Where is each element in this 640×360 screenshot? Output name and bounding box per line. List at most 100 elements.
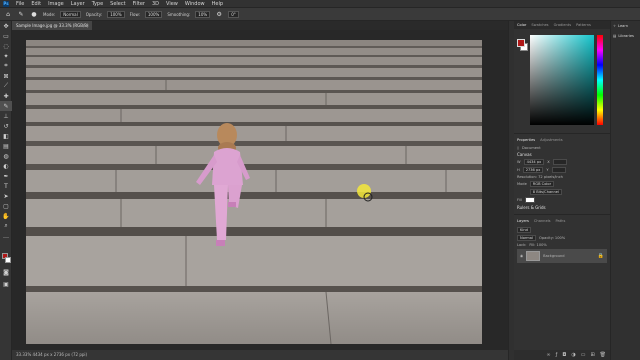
path-select-tool-icon[interactable]: ➤ bbox=[0, 191, 12, 201]
new-layer-icon[interactable]: ⊞ bbox=[590, 352, 594, 358]
libraries-label: Libraries bbox=[618, 34, 634, 38]
home-icon[interactable]: ⌂ bbox=[4, 10, 12, 18]
foreground-color-chip[interactable] bbox=[517, 39, 525, 47]
menu-view[interactable]: View bbox=[166, 1, 178, 7]
layer-opacity[interactable]: Opacity: 100% bbox=[539, 236, 565, 240]
layer-filter-kind[interactable]: Kind bbox=[517, 227, 531, 233]
bit-depth-select[interactable]: 8 Bits/Channel bbox=[529, 189, 562, 195]
move-tool-icon[interactable]: ✥ bbox=[0, 21, 12, 31]
flow-field[interactable]: 100% bbox=[144, 10, 163, 18]
x-field[interactable] bbox=[552, 159, 567, 165]
hue-slider[interactable] bbox=[597, 35, 603, 125]
learn-panel-button[interactable]: ✧ Learn bbox=[611, 21, 640, 31]
brush-tool-icon[interactable]: ✎ bbox=[17, 10, 25, 18]
eyedropper-tool-icon[interactable]: ⟋ bbox=[0, 81, 12, 91]
hand-tool-icon[interactable]: ✋ bbox=[0, 211, 12, 221]
document-tab[interactable]: Sample Image.jpg @ 33.3% (RGB/8) × bbox=[12, 21, 92, 30]
settings-icon[interactable]: ⚙ bbox=[215, 10, 223, 18]
menu-image[interactable]: Image bbox=[48, 1, 64, 7]
right-panel-dock: Color Swatches Gradients Patterns Proper… bbox=[514, 21, 610, 360]
saturation-value-field[interactable] bbox=[530, 35, 594, 125]
flow-label: Flow: bbox=[129, 11, 140, 17]
fx-icon[interactable]: ƒ bbox=[556, 352, 558, 358]
group-icon[interactable]: ▭ bbox=[581, 352, 586, 358]
tab-layers[interactable]: Layers bbox=[517, 219, 529, 223]
tab-gradients[interactable]: Gradients bbox=[554, 23, 572, 27]
brush-tool-icon-active[interactable]: ✎ bbox=[0, 101, 12, 111]
brush-preset-icon[interactable]: ● bbox=[30, 10, 38, 18]
quick-select-tool-icon[interactable]: ✦ bbox=[0, 51, 12, 61]
app-logo: Ps bbox=[3, 0, 9, 7]
link-layers-icon[interactable]: ∞ bbox=[546, 352, 550, 358]
document-canvas-image[interactable] bbox=[26, 40, 482, 344]
width-field[interactable]: 4434 px bbox=[523, 159, 545, 165]
layer-name: Background bbox=[543, 254, 565, 258]
tab-properties[interactable]: Properties bbox=[517, 138, 535, 142]
eraser-tool-icon[interactable]: ◧ bbox=[0, 131, 12, 141]
menu-edit[interactable]: Edit bbox=[31, 1, 41, 7]
mode-select[interactable]: Normal bbox=[60, 10, 81, 18]
healing-tool-icon[interactable]: ✚ bbox=[0, 91, 12, 101]
layer-fill[interactable]: Fill: 100% bbox=[529, 243, 546, 247]
history-brush-tool-icon[interactable]: ↺ bbox=[0, 121, 12, 131]
menu-select[interactable]: Select bbox=[110, 1, 125, 7]
zoom-tool-icon[interactable]: ⌕ bbox=[0, 221, 12, 231]
y-field[interactable] bbox=[551, 167, 566, 173]
layer-background[interactable]: ◉ Background 🔒 bbox=[517, 249, 607, 263]
menu-type[interactable]: Type bbox=[92, 1, 103, 7]
tab-swatches[interactable]: Swatches bbox=[531, 23, 548, 27]
status-bar: 33.33% 4434 px x 2736 px (72 ppi) bbox=[12, 350, 508, 360]
tab-adjustments[interactable]: Adjustments bbox=[540, 138, 563, 142]
crop-tool-icon[interactable]: ⌗ bbox=[0, 61, 12, 71]
tab-color[interactable]: Color bbox=[517, 23, 526, 27]
resolution-text: Resolution: 72 pixels/inch bbox=[517, 175, 563, 179]
layer-thumbnail bbox=[526, 251, 541, 261]
tab-patterns[interactable]: Patterns bbox=[576, 23, 591, 27]
canvas-heading[interactable]: Canvas bbox=[517, 152, 607, 157]
type-tool-icon[interactable]: T bbox=[0, 181, 12, 191]
more-tools-icon[interactable]: … bbox=[0, 231, 12, 241]
screen-mode-icon[interactable]: ▣ bbox=[0, 279, 12, 289]
menu-help[interactable]: Help bbox=[212, 1, 223, 7]
frame-tool-icon[interactable]: ⊠ bbox=[0, 71, 12, 81]
eye-icon[interactable]: ◉ bbox=[520, 254, 523, 258]
menu-layer[interactable]: Layer bbox=[71, 1, 85, 7]
options-bar: ⌂ ✎ ● Mode: Normal Opacity: 100% Flow: 1… bbox=[0, 8, 640, 21]
tab-paths[interactable]: Paths bbox=[556, 219, 566, 223]
trash-icon[interactable]: 🗑 bbox=[600, 352, 606, 358]
adjustment-layer-icon[interactable]: ◑ bbox=[571, 352, 575, 358]
background-color-swatch[interactable] bbox=[5, 257, 11, 263]
blend-mode-select[interactable]: Normal bbox=[517, 235, 537, 241]
learn-libraries-dock: ✧ Learn ▤ Libraries bbox=[610, 21, 640, 360]
document-icon: ▯ bbox=[517, 146, 519, 150]
color-mode-select[interactable]: RGB Color bbox=[529, 181, 555, 187]
quick-mask-icon[interactable]: ◙ bbox=[0, 267, 12, 277]
mask-icon[interactable]: ◘ bbox=[562, 352, 566, 358]
blur-tool-icon[interactable]: ◍ bbox=[0, 151, 12, 161]
pen-tool-icon[interactable]: ✒ bbox=[0, 171, 12, 181]
library-icon: ▤ bbox=[613, 34, 617, 38]
lightbulb-icon: ✧ bbox=[613, 24, 617, 28]
opacity-field[interactable]: 100% bbox=[107, 10, 125, 18]
smoothing-field[interactable]: 10% bbox=[195, 10, 211, 18]
libraries-panel-button[interactable]: ▤ Libraries bbox=[611, 31, 640, 41]
dodge-tool-icon[interactable]: ◐ bbox=[0, 161, 12, 171]
smoothing-label: Smoothing: bbox=[167, 11, 191, 17]
stamp-tool-icon[interactable]: ⊥ bbox=[0, 111, 12, 121]
shape-tool-icon[interactable]: ▢ bbox=[0, 201, 12, 211]
menu-file[interactable]: File bbox=[16, 1, 24, 7]
menu-3d[interactable]: 3D bbox=[152, 1, 159, 7]
close-icon[interactable]: × bbox=[86, 21, 89, 30]
menu-filter[interactable]: Filter bbox=[133, 1, 145, 7]
fill-color-swatch[interactable] bbox=[524, 197, 535, 203]
angle-field[interactable]: 0° bbox=[228, 10, 239, 18]
rulers-grids-heading[interactable]: Rulers & Grids bbox=[517, 205, 607, 210]
height-label: H bbox=[517, 168, 520, 172]
height-field[interactable]: 2736 px bbox=[522, 167, 544, 173]
menu-window[interactable]: Window bbox=[185, 1, 205, 7]
tab-channels[interactable]: Channels bbox=[534, 219, 551, 223]
lasso-tool-icon[interactable]: ◌ bbox=[0, 41, 12, 51]
marquee-tool-icon[interactable]: ▭ bbox=[0, 31, 12, 41]
floor-slab bbox=[26, 292, 482, 344]
gradient-tool-icon[interactable]: ▤ bbox=[0, 141, 12, 151]
